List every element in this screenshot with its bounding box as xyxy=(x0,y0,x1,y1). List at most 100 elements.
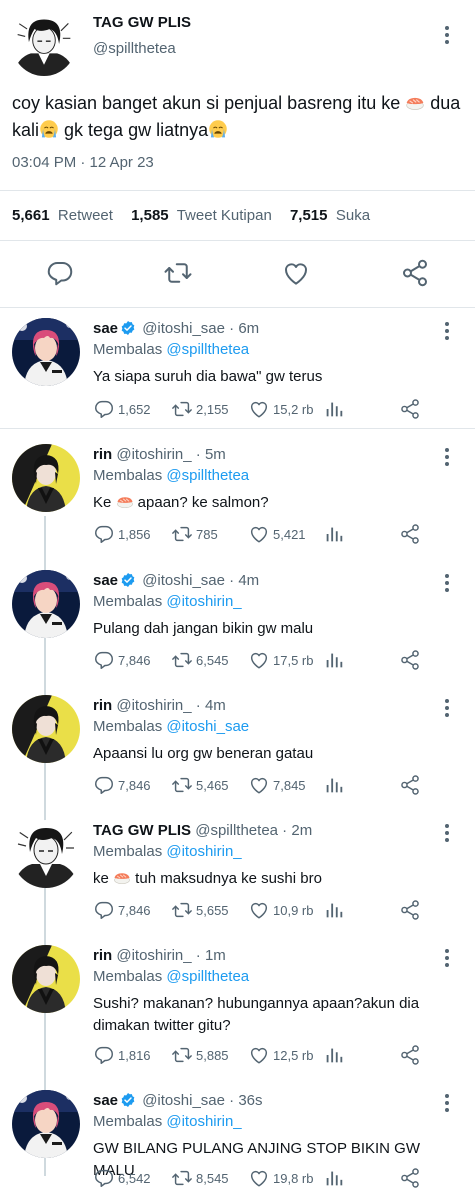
tweet-timestamp[interactable]: 03:04 PM · 12 Apr 23 xyxy=(12,154,154,171)
share-button[interactable] xyxy=(399,649,424,671)
more-options-icon[interactable] xyxy=(440,697,454,719)
reply-time[interactable]: 4m xyxy=(238,572,259,589)
avatar[interactable] xyxy=(12,12,76,76)
author-handle[interactable]: @itoshi_sae xyxy=(142,572,225,589)
analytics-button[interactable] xyxy=(323,1044,348,1066)
reply-button[interactable]: 7,846 xyxy=(93,649,151,671)
more-options-icon[interactable] xyxy=(440,572,454,594)
author-display-name[interactable]: rin xyxy=(93,446,112,463)
avatar[interactable] xyxy=(12,570,80,638)
analytics-button[interactable] xyxy=(323,1167,348,1189)
share-icon[interactable] xyxy=(400,258,430,288)
author-display-name[interactable]: sae xyxy=(93,1092,118,1109)
reply-time[interactable]: 5m xyxy=(205,446,226,463)
analytics-button[interactable] xyxy=(323,398,348,420)
reply-text: Sushi? makanan? hubungannya apaan?akun d… xyxy=(93,995,420,1034)
retweet-button[interactable]: 5,465 xyxy=(171,774,229,796)
reply-tweet[interactable]: sae @itoshi_sae · 6m Membalas @spillthet… xyxy=(0,310,475,428)
author-handle[interactable]: @itoshirin_ xyxy=(116,446,191,463)
like-button[interactable]: 17,5 rb xyxy=(248,649,313,671)
share-icon xyxy=(399,1167,421,1189)
reply-tweet[interactable]: rin @itoshirin_ · 5m Membalas @spillthet… xyxy=(0,436,475,558)
reply-tweet[interactable]: rin @itoshirin_ · 1m Membalas @spillthet… xyxy=(0,937,475,1077)
like-button[interactable]: 12,5 rb xyxy=(248,1044,313,1066)
author-display-name[interactable]: sae xyxy=(93,572,118,589)
reply-button[interactable]: 7,846 xyxy=(93,774,151,796)
retweet-button[interactable]: 5,655 xyxy=(171,899,229,921)
mention-link[interactable]: @spillthetea xyxy=(166,467,249,484)
more-options-icon[interactable] xyxy=(440,822,454,844)
reply-icon[interactable] xyxy=(45,258,75,288)
reply-tweet[interactable]: sae @itoshi_sae · 4m Membalas @itoshirin… xyxy=(0,562,475,684)
mention-link[interactable]: @itoshirin_ xyxy=(166,843,241,860)
analytics-button[interactable] xyxy=(323,523,348,545)
retweet-button[interactable]: 8,545 xyxy=(171,1167,229,1189)
reply-tweet[interactable]: sae @itoshi_sae · 36s Membalas @itoshiri… xyxy=(0,1082,475,1200)
reply-button[interactable]: 7,846 xyxy=(93,899,151,921)
author-handle[interactable]: @spillthetea xyxy=(195,822,278,839)
more-options-icon[interactable] xyxy=(440,446,454,468)
avatar[interactable] xyxy=(12,820,80,888)
reply-time[interactable]: 36s xyxy=(238,1092,262,1109)
author-display-name[interactable]: rin xyxy=(93,697,112,714)
author-handle[interactable]: @spillthetea xyxy=(93,40,176,57)
reply-tweet[interactable]: TAG GW PLIS @spillthetea · 2m Membalas @… xyxy=(0,812,475,934)
author-handle[interactable]: @itoshirin_ xyxy=(116,697,191,714)
reply-time[interactable]: 6m xyxy=(238,320,259,337)
share-button[interactable] xyxy=(399,1044,424,1066)
reply-button[interactable]: 6,542 xyxy=(93,1167,151,1189)
avatar[interactable] xyxy=(12,444,80,512)
avatar[interactable] xyxy=(12,695,80,763)
reply-time[interactable]: 1m xyxy=(205,947,226,964)
share-button[interactable] xyxy=(399,1167,424,1189)
like-button[interactable]: 10,9 rb xyxy=(248,899,313,921)
author-handle[interactable]: @itoshirin_ xyxy=(116,947,191,964)
like-button[interactable]: 7,845 xyxy=(248,774,306,796)
more-options-icon[interactable] xyxy=(440,947,454,969)
reply-button[interactable]: 1,856 xyxy=(93,523,151,545)
share-button[interactable] xyxy=(399,398,424,420)
avatar[interactable] xyxy=(12,318,80,386)
share-icon xyxy=(399,523,421,545)
more-options-icon[interactable] xyxy=(440,1092,454,1114)
more-options-icon[interactable] xyxy=(440,320,454,342)
quotes-stat[interactable]: 1,585 Tweet Kutipan xyxy=(131,207,272,224)
likes-stat[interactable]: 7,515 Suka xyxy=(290,207,370,224)
author-display-name[interactable]: TAG GW PLIS xyxy=(93,14,191,31)
retweet-button[interactable]: 5,885 xyxy=(171,1044,229,1066)
author-display-name[interactable]: sae xyxy=(93,320,118,337)
share-button[interactable] xyxy=(399,774,424,796)
reply-tweet[interactable]: rin @itoshirin_ · 4m Membalas @itoshi_sa… xyxy=(0,687,475,809)
reply-time[interactable]: 2m xyxy=(291,822,312,839)
replying-to: Membalas @itoshirin_ xyxy=(93,1113,242,1130)
mention-link[interactable]: @spillthetea xyxy=(166,968,249,985)
like-button[interactable]: 15,2 rb xyxy=(248,398,313,420)
mention-link[interactable]: @itoshirin_ xyxy=(166,1113,241,1130)
author-display-name[interactable]: rin xyxy=(93,947,112,964)
retweets-stat[interactable]: 5,661 Retweet xyxy=(12,207,113,224)
reply-time[interactable]: 4m xyxy=(205,697,226,714)
author-handle[interactable]: @itoshi_sae xyxy=(142,320,225,337)
mention-link[interactable]: @itoshirin_ xyxy=(166,593,241,610)
share-button[interactable] xyxy=(399,899,424,921)
avatar[interactable] xyxy=(12,945,80,1013)
author-display-name[interactable]: TAG GW PLIS xyxy=(93,822,191,839)
more-options-icon[interactable] xyxy=(440,24,454,46)
avatar[interactable] xyxy=(12,1090,80,1158)
analytics-button[interactable] xyxy=(323,649,348,671)
author-handle[interactable]: @itoshi_sae xyxy=(142,1092,225,1109)
analytics-button[interactable] xyxy=(323,774,348,796)
analytics-button[interactable] xyxy=(323,899,348,921)
reply-button[interactable]: 1,816 xyxy=(93,1044,151,1066)
mention-link[interactable]: @itoshi_sae xyxy=(166,718,249,735)
retweet-button[interactable]: 6,545 xyxy=(171,649,229,671)
reply-button[interactable]: 1,652 xyxy=(93,398,151,420)
like-button[interactable]: 5,421 xyxy=(248,523,306,545)
mention-link[interactable]: @spillthetea xyxy=(166,341,249,358)
like-icon[interactable] xyxy=(281,258,311,288)
retweet-icon[interactable] xyxy=(163,258,193,288)
retweet-button[interactable]: 2,155 xyxy=(171,398,229,420)
share-button[interactable] xyxy=(399,523,424,545)
like-button[interactable]: 19,8 rb xyxy=(248,1167,313,1189)
retweet-button[interactable]: 785 xyxy=(171,523,218,545)
